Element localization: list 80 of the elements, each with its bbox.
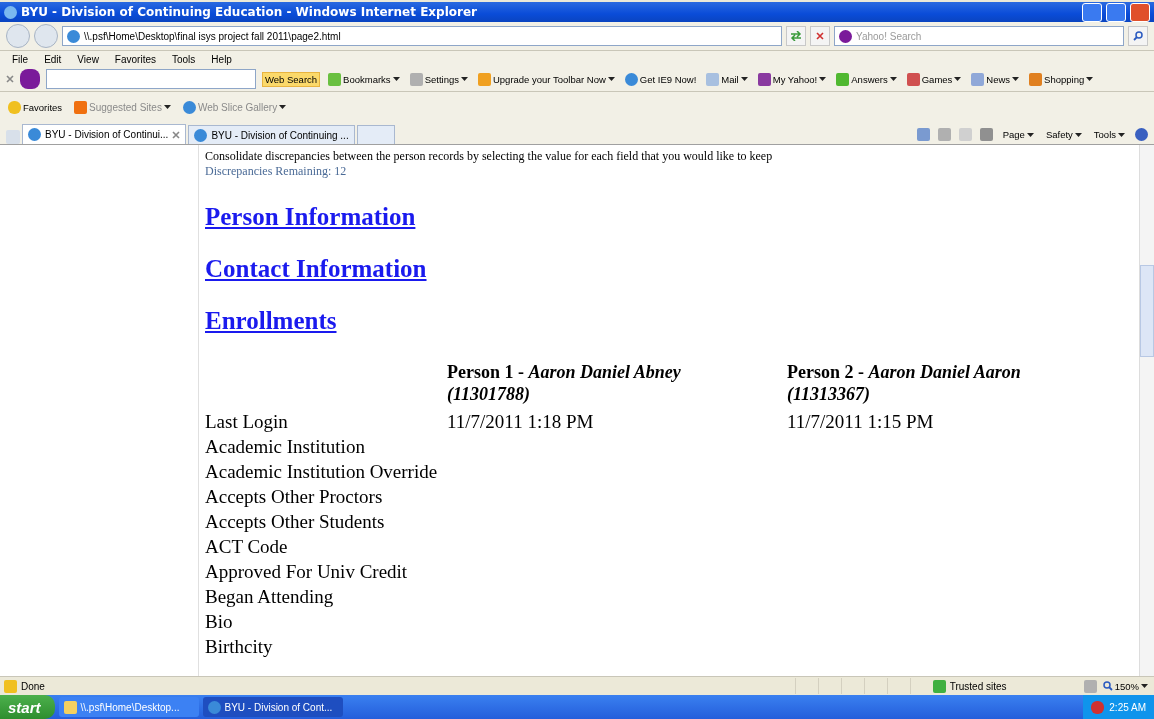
toolbar-button[interactable]: Get IE9 Now! — [622, 71, 699, 87]
section-link[interactable]: Contact Information — [205, 255, 427, 283]
stop-button[interactable] — [810, 26, 830, 46]
search-icon — [1133, 31, 1143, 41]
section-link[interactable]: Enrollments — [205, 307, 337, 335]
section-link[interactable]: Person Information — [205, 203, 416, 231]
field-label: ACT Code — [205, 535, 289, 559]
menu-item[interactable]: File — [6, 53, 35, 65]
favorites-button[interactable]: Favorites — [6, 99, 65, 115]
toolbar-button[interactable]: Bookmarks — [326, 71, 402, 87]
address-text: \\.psf\Home\Desktop\final isys project fall 2011\page2.html — [84, 30, 341, 42]
address-field[interactable]: \\.psf\Home\Desktop\final isys project fall 2011\page2.html — [62, 26, 782, 46]
field-label: Bio — [205, 610, 234, 634]
field-label: Accepts Other Proctors — [205, 485, 384, 509]
caret-icon[interactable] — [954, 77, 962, 81]
field-label: Approved For Univ Credit — [205, 560, 409, 584]
field-label: Last Login — [205, 410, 289, 434]
zoom-icon — [1102, 681, 1113, 691]
scrollbar[interactable] — [1139, 145, 1154, 676]
toolbar-button[interactable]: Web Search — [262, 71, 321, 87]
discrepancy-count: Discrepancies Remaining: 12 — [205, 164, 348, 179]
table-cell-text: 11/7/2011 1:18 PM — [447, 410, 595, 434]
caret-icon[interactable] — [1074, 132, 1082, 137]
stop-icon[interactable] — [816, 32, 824, 40]
caret-icon[interactable] — [392, 77, 400, 81]
taskbar-button[interactable]: \\.psf\Home\Desktop... — [58, 697, 199, 717]
browser-tab[interactable]: BYU - Division of Continuing ... — [188, 125, 355, 144]
menu-item[interactable]: View — [71, 53, 105, 65]
caret-icon[interactable] — [1086, 77, 1094, 81]
zoom-button[interactable]: 150% — [1100, 679, 1150, 693]
menu-item[interactable]: Favorites — [108, 53, 162, 65]
caret-icon[interactable] — [1141, 684, 1148, 688]
command-button[interactable]: Safety — [1043, 128, 1084, 141]
maximize-button[interactable] — [1106, 2, 1126, 22]
close-icon[interactable] — [172, 130, 181, 139]
caret-icon[interactable] — [1118, 132, 1125, 137]
menu-item[interactable]: Edit — [38, 53, 68, 65]
close-icon[interactable] — [6, 75, 14, 83]
table-cell-text: 11/7/2011 1:15 PM — [787, 410, 935, 434]
command-button[interactable]: Tools — [1091, 128, 1127, 141]
close-button[interactable] — [1130, 2, 1150, 22]
field-label: Academic Institution — [205, 435, 366, 459]
toolbar-button[interactable]: Settings — [407, 71, 470, 87]
caret-icon[interactable] — [819, 77, 827, 81]
field-label: Birthcity — [205, 635, 274, 659]
refresh-button[interactable] — [786, 26, 806, 46]
caret-icon[interactable] — [889, 77, 897, 81]
refresh-icon — [790, 31, 802, 41]
caret-icon[interactable] — [1026, 132, 1034, 137]
toolbar-button[interactable]: News — [969, 71, 1022, 87]
menu-item[interactable]: Help — [205, 53, 238, 65]
window-title: BYU - Division of Continuing Education - Windows Internet Explorer — [21, 5, 478, 19]
caret-icon[interactable] — [740, 77, 748, 81]
toolbar-button[interactable]: Games — [904, 71, 964, 87]
browser-tab[interactable]: BYU - Division of Continui... — [22, 124, 187, 144]
caret-icon[interactable] — [279, 105, 287, 109]
yahoo-search-field[interactable] — [46, 69, 256, 89]
instruction-text: Consolidate discrepancies between the person records by selecting the value for each field that you would like to keep — [205, 149, 774, 164]
caret-icon[interactable] — [460, 77, 468, 81]
caret-icon[interactable] — [607, 77, 615, 81]
toolbar-button[interactable]: Upgrade your Toolbar Now — [475, 71, 617, 87]
status-text: Done — [21, 680, 46, 692]
toolbar-button[interactable]: Mail — [704, 71, 750, 87]
toolbar-button[interactable]: My Yahoo! — [755, 71, 829, 87]
field-label: Academic Institution Override — [205, 460, 439, 484]
column-header: Person 1 - Aaron Daniel Abney (11301788) — [447, 361, 682, 406]
command-button[interactable]: Page — [1000, 128, 1036, 141]
field-label: Began Attending — [205, 585, 335, 609]
toolbar-button[interactable]: Shopping — [1027, 71, 1096, 87]
column-header: Person 2 - Aaron Daniel Aaron (11313367) — [787, 361, 1022, 406]
search-button[interactable] — [1128, 26, 1148, 46]
zone-text: Trusted sites — [949, 680, 1008, 692]
minimize-button[interactable] — [1082, 2, 1102, 22]
toolbar-button[interactable]: Answers — [834, 71, 899, 87]
clock-text: 2:25 AM — [1109, 701, 1146, 713]
caret-icon[interactable] — [1012, 77, 1020, 81]
caret-icon[interactable] — [163, 105, 171, 109]
field-label: Accepts Other Students — [205, 510, 386, 534]
menu-item[interactable]: Tools — [166, 53, 202, 65]
taskbar-button[interactable]: BYU - Division of Cont... — [202, 697, 343, 717]
